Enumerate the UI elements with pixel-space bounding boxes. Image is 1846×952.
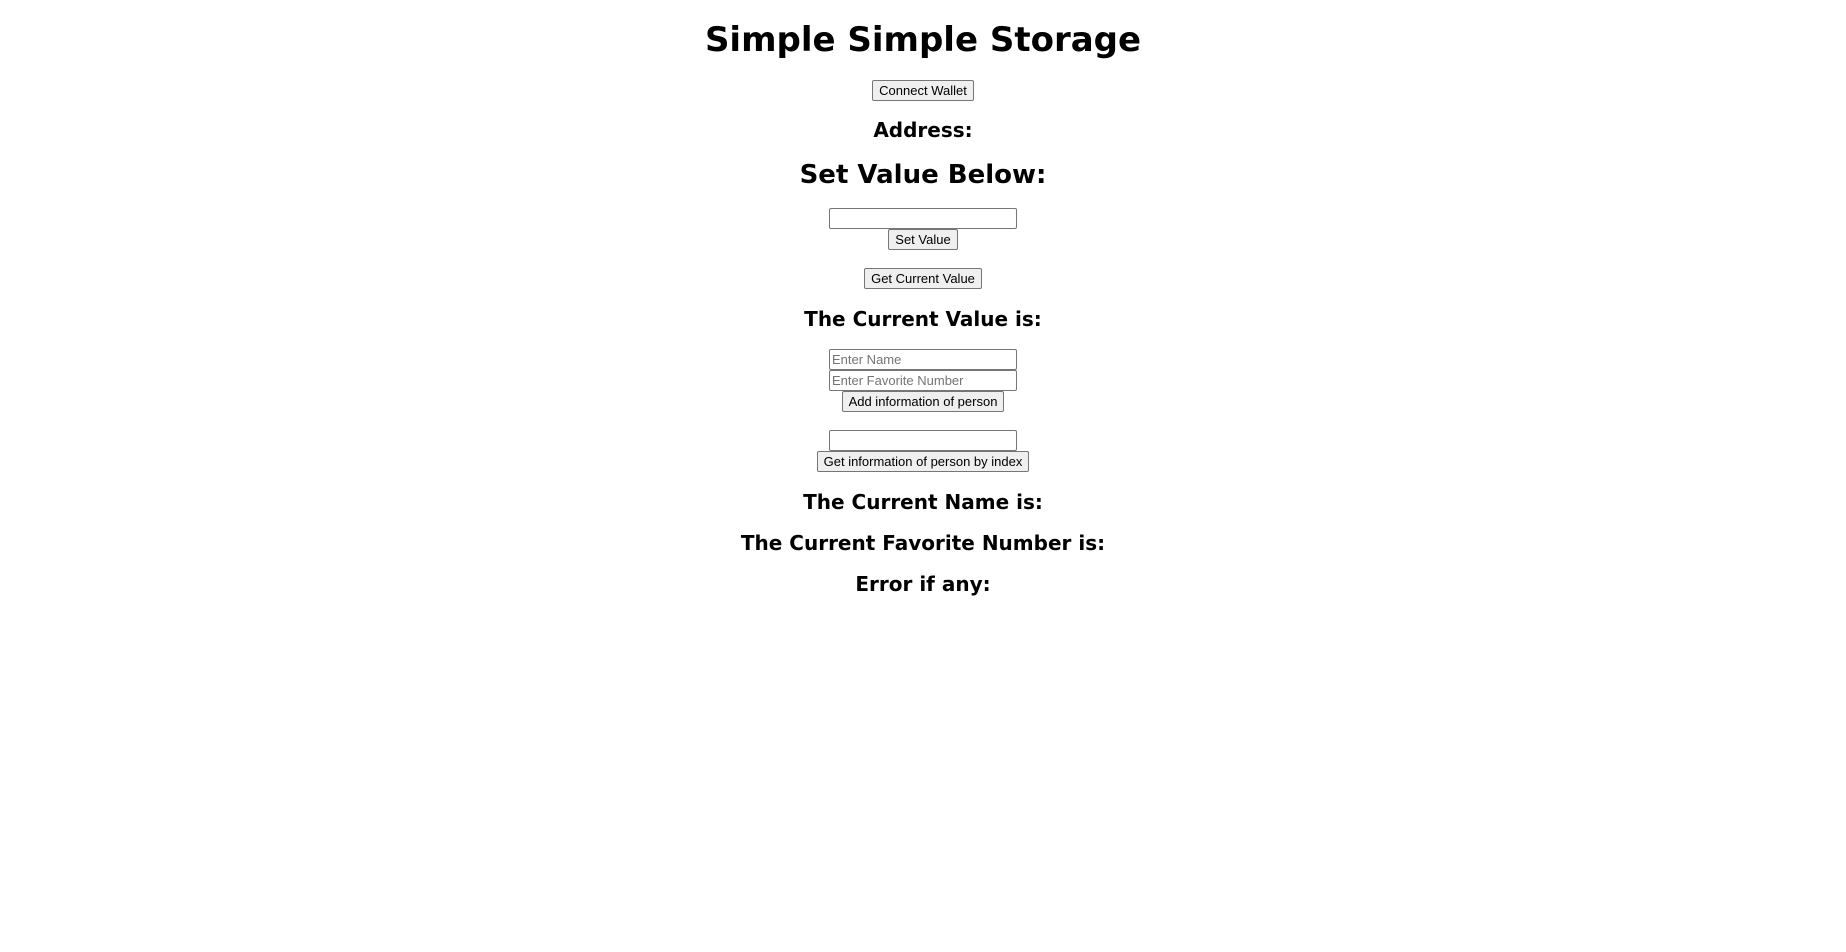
get-current-value-button[interactable]: Get Current Value	[864, 268, 982, 289]
current-favorite-number-label: The Current Favorite Number is:	[740, 531, 1106, 555]
set-value-input[interactable]	[829, 208, 1017, 229]
page-title: Simple Simple Storage	[704, 20, 1142, 60]
error-row: Error if any:	[0, 571, 1846, 597]
get-person-row: Get information of person by index	[0, 451, 1846, 472]
add-person-button[interactable]: Add information of person	[841, 391, 1005, 412]
current-name-row: The Current Name is:	[0, 489, 1846, 515]
title-row: Simple Simple Storage	[0, 20, 1846, 60]
set-value-heading: Set Value Below:	[799, 160, 1047, 190]
current-value-label: The Current Value is:	[804, 307, 1042, 331]
current-value-row: The Current Value is:	[0, 306, 1846, 332]
name-input-row	[0, 349, 1846, 370]
set-value-input-row	[0, 208, 1846, 229]
index-input-row	[0, 430, 1846, 451]
set-value-button[interactable]: Set Value	[888, 229, 958, 250]
connect-row: Connect Wallet	[0, 80, 1846, 101]
address-label: Address:	[873, 118, 973, 142]
page-root: Simple Simple Storage Connect Wallet Add…	[0, 0, 1846, 952]
index-input[interactable]	[829, 430, 1017, 451]
favorite-number-input[interactable]	[829, 370, 1017, 391]
error-label: Error if any:	[855, 572, 991, 596]
favorite-number-input-row	[0, 370, 1846, 391]
set-value-heading-row: Set Value Below:	[0, 159, 1846, 191]
connect-wallet-button[interactable]: Connect Wallet	[872, 80, 974, 101]
current-name-label: The Current Name is:	[803, 490, 1043, 514]
address-row: Address:	[0, 117, 1846, 143]
get-current-value-row: Get Current Value	[0, 268, 1846, 289]
name-input[interactable]	[829, 349, 1017, 370]
add-person-row: Add information of person	[0, 391, 1846, 412]
get-person-by-index-button[interactable]: Get information of person by index	[816, 451, 1030, 472]
set-value-button-row: Set Value	[0, 229, 1846, 250]
current-favorite-number-row: The Current Favorite Number is:	[0, 530, 1846, 556]
